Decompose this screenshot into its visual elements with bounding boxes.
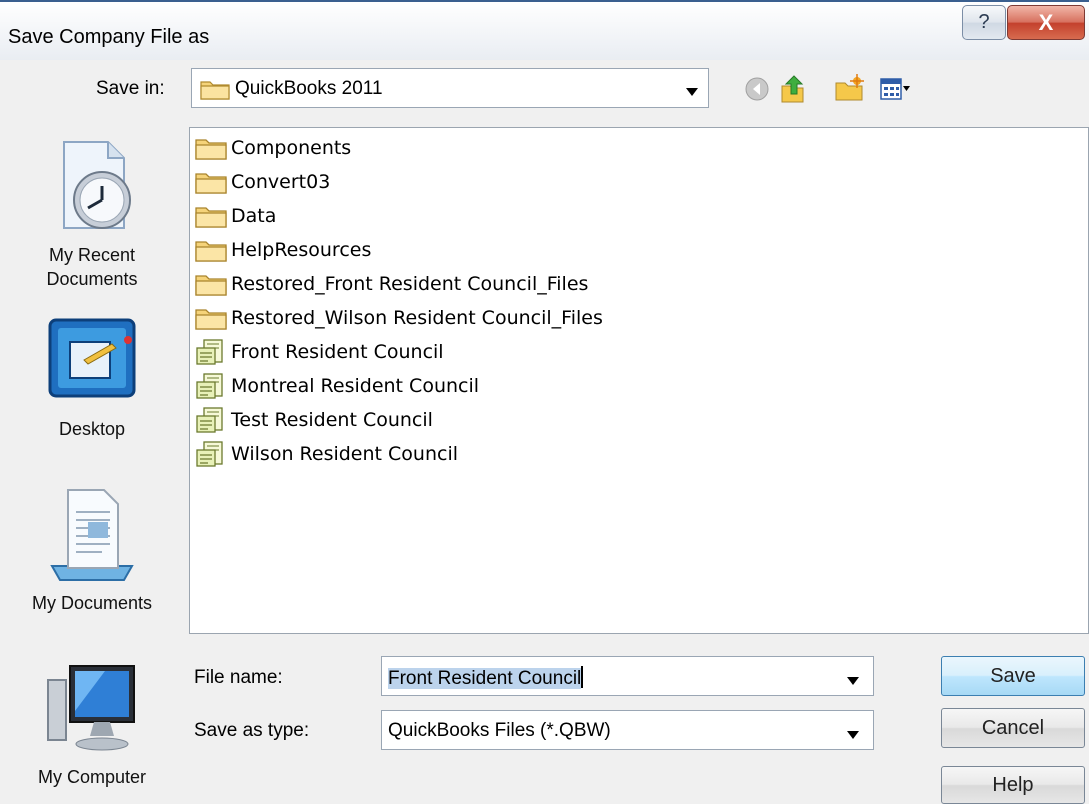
place-label: My Recent Documents (46, 245, 138, 289)
chevron-down-icon[interactable] (847, 726, 859, 744)
file-name: Components (231, 137, 352, 159)
file-list[interactable]: Components Convert03 Data HelpResources … (189, 127, 1089, 634)
save-as-type-label: Save as type: (194, 720, 310, 741)
my-computer-icon (47, 665, 135, 751)
list-item[interactable]: Restored_Wilson Resident Council_Files (194, 302, 603, 334)
window-title: Save Company File as (8, 26, 210, 48)
recent-documents-icon (63, 141, 131, 229)
place-recent-documents[interactable]: My Recent Documents (9, 138, 175, 291)
file-name: Front Resident Council (231, 341, 444, 363)
place-desktop[interactable]: Desktop (9, 316, 175, 441)
list-item[interactable]: Test Resident Council (194, 404, 433, 436)
my-documents-icon (50, 489, 134, 581)
folder-icon (195, 173, 227, 194)
folder-icon (195, 241, 227, 262)
save-in-dropdown[interactable]: QuickBooks 2011 (191, 68, 709, 108)
title-help-button[interactable]: ? (962, 5, 1006, 40)
text-caret (581, 666, 584, 688)
list-item[interactable]: Front Resident Council (194, 336, 444, 368)
list-item[interactable]: HelpResources (194, 234, 371, 266)
qbw-file-icon (196, 339, 223, 365)
file-name: Restored_Wilson Resident Council_Files (231, 307, 603, 329)
chevron-down-icon[interactable] (847, 672, 859, 690)
file-name: Montreal Resident Council (231, 375, 480, 397)
file-name: Wilson Resident Council (231, 443, 459, 465)
place-label: My Computer (37, 767, 147, 787)
file-name: Convert03 (231, 171, 331, 193)
help-button[interactable]: Help (941, 766, 1085, 804)
save-in-value: QuickBooks 2011 (235, 78, 383, 99)
desktop-icon (48, 318, 136, 398)
file-name-input[interactable]: Front Resident Council (381, 656, 874, 696)
save-as-type-value: QuickBooks Files (*.QBW) (388, 720, 611, 741)
qbw-file-icon (196, 441, 223, 467)
file-name: Test Resident Council (231, 409, 433, 431)
folder-icon (195, 207, 227, 228)
close-button[interactable]: X (1007, 5, 1085, 40)
place-my-computer[interactable]: My Computer (9, 660, 175, 789)
save-in-label: Save in: (96, 78, 165, 99)
list-item[interactable]: Convert03 (194, 166, 330, 198)
question-mark-icon: ? (978, 11, 990, 33)
file-name: Restored_Front Resident Council_Files (231, 273, 589, 295)
file-name-label: File name: (194, 667, 283, 688)
close-icon: X (1038, 9, 1054, 35)
list-item[interactable]: Montreal Resident Council (194, 370, 479, 402)
place-my-documents[interactable]: My Documents (9, 486, 175, 615)
new-folder-icon[interactable] (834, 74, 864, 107)
list-item[interactable]: Wilson Resident Council (194, 438, 458, 470)
up-folder-icon[interactable] (779, 74, 807, 109)
save-as-type-dropdown[interactable]: QuickBooks Files (*.QBW) (381, 710, 874, 750)
qbw-file-icon (196, 407, 223, 433)
file-name: HelpResources (231, 239, 372, 261)
views-menu-icon[interactable] (880, 78, 910, 105)
save-button[interactable]: Save (941, 656, 1085, 696)
folder-icon (200, 78, 230, 105)
folder-icon (195, 275, 227, 296)
title-bar[interactable]: Save Company File as ? X (0, 0, 1089, 60)
place-label: Desktop (58, 419, 126, 439)
file-name-value: Front Resident Council (388, 668, 582, 689)
list-item[interactable]: Data (194, 200, 276, 232)
cancel-button[interactable]: Cancel (941, 708, 1085, 748)
folder-icon (195, 309, 227, 330)
folder-icon (195, 139, 227, 160)
chevron-down-icon[interactable] (686, 83, 698, 101)
qbw-file-icon (196, 373, 223, 399)
back-arrow-icon[interactable] (744, 76, 770, 107)
list-item[interactable]: Components (194, 132, 351, 164)
place-label: My Documents (31, 593, 153, 613)
file-name: Data (231, 205, 277, 227)
list-item[interactable]: Restored_Front Resident Council_Files (194, 268, 588, 300)
places-bar: My Recent Documents Desktop My Documents (9, 128, 175, 804)
